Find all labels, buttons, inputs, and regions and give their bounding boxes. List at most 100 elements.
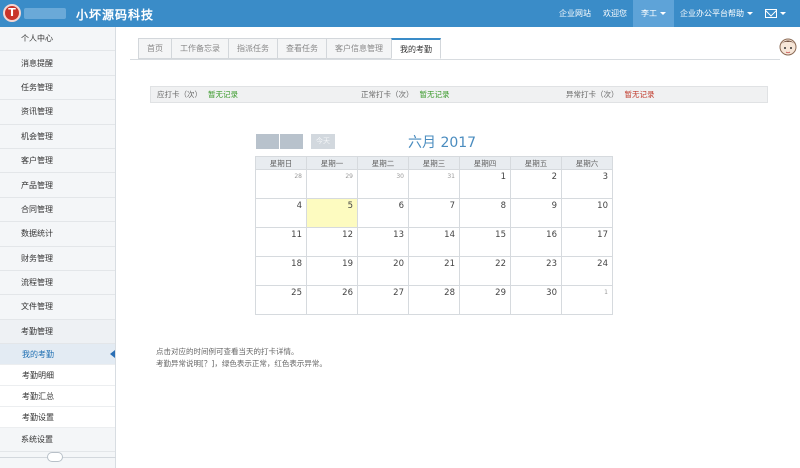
help-label: 企业办公平台帮助 bbox=[680, 9, 744, 18]
sidebar-item[interactable]: 任务管理 bbox=[0, 76, 115, 101]
top-nav: 企业网站 欢迎您 李工 企业办公平台帮助 bbox=[553, 0, 800, 27]
sidebar-item[interactable]: 数据统计 bbox=[0, 222, 115, 247]
mail-menu[interactable] bbox=[759, 0, 800, 27]
calendar-day[interactable]: 10 bbox=[561, 198, 613, 228]
tab[interactable]: 我的考勤 bbox=[391, 38, 441, 59]
tab[interactable]: 首页 bbox=[138, 38, 171, 59]
today-button[interactable]: 今天 bbox=[311, 134, 335, 149]
calendar-day[interactable]: 12 bbox=[306, 227, 358, 257]
calendar-day[interactable]: 28 bbox=[255, 169, 307, 199]
calendar-day[interactable]: 17 bbox=[561, 227, 613, 257]
calendar-day[interactable]: 5 bbox=[306, 198, 358, 228]
stat-label: 正常打卡（次） bbox=[361, 90, 414, 99]
weekday-header: 星期五 bbox=[510, 156, 562, 170]
brand-name: 小坏源码科技 bbox=[76, 8, 155, 22]
calendar-day[interactable]: 16 bbox=[510, 227, 562, 257]
calendar-day[interactable]: 2 bbox=[510, 169, 562, 199]
calendar-day[interactable]: 18 bbox=[255, 256, 307, 286]
tab[interactable]: 指派任务 bbox=[228, 38, 277, 59]
calendar-day[interactable]: 30 bbox=[357, 169, 409, 199]
sidebar-subitem[interactable]: 考勤明细 bbox=[0, 365, 115, 387]
stat-normal: 正常打卡（次） 暂无记录 bbox=[361, 89, 450, 100]
sidebar-item[interactable]: 机会管理 bbox=[0, 125, 115, 149]
chevron-down-icon bbox=[747, 12, 753, 15]
sidebar-item[interactable]: 产品管理 bbox=[0, 173, 115, 198]
stat-label: 应打卡（次） bbox=[157, 90, 202, 99]
calendar-day[interactable]: 14 bbox=[408, 227, 460, 257]
logo-mark bbox=[24, 8, 66, 19]
calendar-day[interactable]: 7 bbox=[408, 198, 460, 228]
calendar-day[interactable]: 15 bbox=[459, 227, 511, 257]
sidebar-item[interactable]: 考勤管理 bbox=[0, 319, 115, 345]
mail-icon bbox=[765, 9, 777, 18]
calendar-day[interactable]: 19 bbox=[306, 256, 358, 286]
tab-divider bbox=[130, 59, 780, 60]
calendar-day[interactable]: 29 bbox=[306, 169, 358, 199]
stat-expected: 应打卡（次） 暂无记录 bbox=[157, 89, 238, 100]
calendar-day[interactable]: 25 bbox=[255, 285, 307, 315]
tab[interactable]: 查看任务 bbox=[277, 38, 326, 59]
calendar-day[interactable]: 1 bbox=[561, 285, 613, 315]
sidebar: 个人中心 消息提醒 任务管理 资讯管理 机会管理 客户管理 产品管理 合同管理 数据统计 财务管理… bbox=[0, 27, 116, 468]
prev-month-button[interactable] bbox=[256, 134, 279, 149]
sidebar-subitem[interactable]: 考勤设置 bbox=[0, 407, 115, 429]
weekday-header: 星期二 bbox=[357, 156, 409, 170]
user-menu[interactable]: 李工 bbox=[633, 0, 674, 27]
calendar-day[interactable]: 1 bbox=[459, 169, 511, 199]
next-month-button[interactable] bbox=[280, 134, 303, 149]
sidebar-item[interactable]: 文件管理 bbox=[0, 295, 115, 320]
sidebar-collapse-toggle[interactable] bbox=[47, 452, 63, 462]
sidebar-item[interactable]: 客户管理 bbox=[0, 149, 115, 174]
calendar-day[interactable]: 28 bbox=[408, 285, 460, 315]
calendar-day[interactable]: 11 bbox=[255, 227, 307, 257]
calendar-title: 六月 2017 bbox=[408, 135, 477, 151]
stat-label: 异常打卡（次） bbox=[566, 90, 619, 99]
tab-bar: 首页 工作备忘录 指派任务 查看任务 客户信息管理 我的考勤 bbox=[138, 38, 441, 59]
stat-value: 暂无记录 bbox=[208, 90, 238, 99]
calendar-day[interactable]: 24 bbox=[561, 256, 613, 286]
chevron-down-icon bbox=[780, 12, 786, 15]
topnav-portal-link[interactable]: 企业网站 bbox=[553, 0, 597, 27]
calendar-day[interactable]: 3 bbox=[561, 169, 613, 199]
stat-value: 暂无记录 bbox=[624, 90, 655, 99]
sidebar-item[interactable]: 个人中心 bbox=[0, 27, 115, 52]
sidebar-item[interactable]: 合同管理 bbox=[0, 198, 115, 223]
calendar-day[interactable]: 9 bbox=[510, 198, 562, 228]
user-name: 李工 bbox=[641, 9, 657, 18]
sidebar-subitem[interactable]: 我的考勤 bbox=[0, 344, 115, 366]
weekday-header: 星期三 bbox=[408, 156, 460, 170]
chevron-down-icon bbox=[660, 12, 666, 15]
calendar-day[interactable]: 30 bbox=[510, 285, 562, 315]
tab[interactable]: 客户信息管理 bbox=[326, 38, 391, 59]
avatar-icon[interactable] bbox=[778, 36, 798, 58]
sidebar-item[interactable]: 资讯管理 bbox=[0, 100, 115, 125]
calendar-day[interactable]: 29 bbox=[459, 285, 511, 315]
weekday-header: 星期一 bbox=[306, 156, 358, 170]
calendar-day[interactable]: 26 bbox=[306, 285, 358, 315]
sidebar-subitem[interactable]: 考勤汇总 bbox=[0, 386, 115, 408]
calendar-day[interactable]: 23 bbox=[510, 256, 562, 286]
sidebar-item[interactable]: 消息提醒 bbox=[0, 51, 115, 76]
calendar-day[interactable]: 31 bbox=[408, 169, 460, 199]
help-menu[interactable]: 企业办公平台帮助 bbox=[674, 0, 759, 27]
calendar-day[interactable]: 8 bbox=[459, 198, 511, 228]
sidebar-item[interactable]: 财务管理 bbox=[0, 247, 115, 271]
stat-abnormal: 异常打卡（次） 暂无记录 bbox=[566, 89, 655, 100]
calendar-day[interactable]: 13 bbox=[357, 227, 409, 257]
calendar-day[interactable]: 20 bbox=[357, 256, 409, 286]
note-line: 考勤异常说明[？]，绿色表示正常，红色表示异常。 bbox=[156, 359, 327, 368]
calendar-day[interactable]: 21 bbox=[408, 256, 460, 286]
notes: 点击对应的时间例可查看当天的打卡详情。 考勤异常说明[？]，绿色表示正常，红色表… bbox=[156, 346, 327, 370]
calendar-day[interactable]: 22 bbox=[459, 256, 511, 286]
note-line: 点击对应的时间例可查看当天的打卡详情。 bbox=[156, 347, 299, 356]
tab[interactable]: 工作备忘录 bbox=[171, 38, 228, 59]
sidebar-item[interactable]: 流程管理 bbox=[0, 271, 115, 296]
stat-value: 暂无记录 bbox=[419, 90, 450, 99]
calendar-grid: 星期日 星期一 星期二 星期三 星期四 星期五 星期六 28 29 30 31 1 2 3 4 5 6 7 8 9 1… bbox=[255, 156, 613, 315]
calendar-day[interactable]: 4 bbox=[255, 198, 307, 228]
top-bar: T 小坏源码科技 企业网站 欢迎您 李工 企业办公平台帮助 bbox=[0, 0, 800, 27]
calendar-day[interactable]: 27 bbox=[357, 285, 409, 315]
weekday-header: 星期六 bbox=[561, 156, 613, 170]
calendar-day[interactable]: 6 bbox=[357, 198, 409, 228]
sidebar-item[interactable]: 系统设置 bbox=[0, 428, 115, 453]
